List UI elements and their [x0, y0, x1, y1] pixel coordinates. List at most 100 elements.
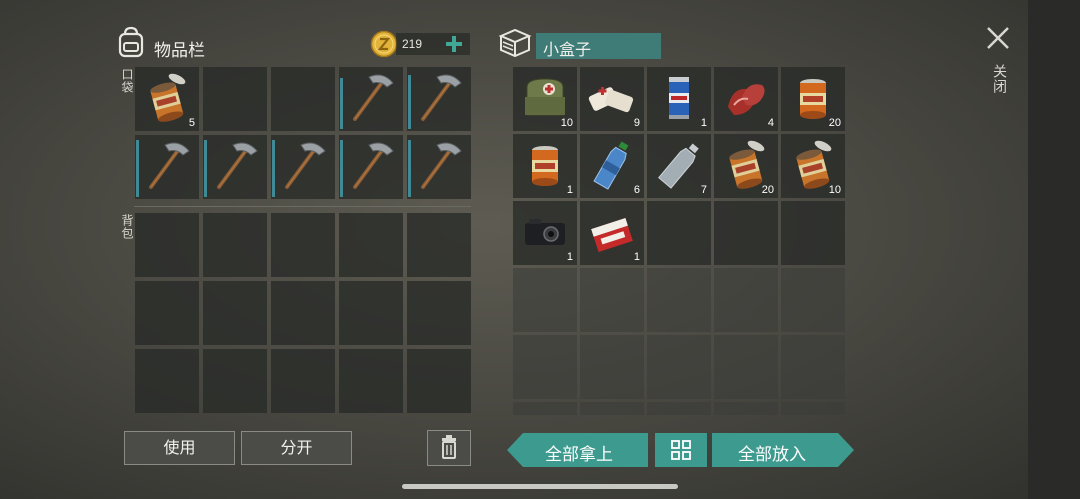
container-slot[interactable]	[513, 335, 577, 399]
backpack-slot[interactable]	[203, 213, 267, 277]
split-button[interactable]: 分开	[241, 431, 352, 465]
coin-icon	[370, 30, 398, 58]
pocket-slot[interactable]	[203, 135, 267, 199]
grid-sort-icon	[671, 440, 691, 460]
backpack-slot[interactable]	[339, 349, 403, 413]
item-quantity: 1	[566, 184, 573, 196]
discard-button[interactable]	[427, 430, 471, 466]
container-slot[interactable]	[781, 268, 845, 332]
right-edge-strip	[1028, 0, 1080, 499]
container-slot[interactable]	[513, 268, 577, 332]
container-slot[interactable]: 7	[647, 134, 711, 198]
container-slot[interactable]	[580, 268, 644, 332]
trash-icon	[442, 435, 456, 459]
durability-bar	[204, 140, 207, 197]
pocket-slot[interactable]	[271, 135, 335, 199]
item-quantity: 1	[633, 251, 640, 263]
put-all-button[interactable]: 全部放入	[712, 433, 854, 467]
container-slot[interactable]	[714, 201, 778, 265]
durability-bar	[408, 140, 411, 197]
sort-button[interactable]	[655, 433, 707, 467]
container-slot[interactable]	[580, 402, 644, 415]
backpack-slot[interactable]	[203, 349, 267, 413]
backpack-slot[interactable]	[203, 281, 267, 345]
inventory-title: 物品栏	[154, 41, 205, 61]
item-quantity: 1	[566, 251, 573, 263]
durability-bar	[272, 140, 275, 197]
box-icon	[497, 26, 533, 60]
container-slot[interactable]: 9	[580, 67, 644, 131]
backpack-icon	[116, 26, 146, 58]
backpack-slot[interactable]	[339, 213, 403, 277]
backpack-slot[interactable]	[135, 213, 199, 277]
take-all-label: 全部拿上	[545, 445, 613, 465]
container-slot[interactable]	[647, 201, 711, 265]
durability-bar	[136, 140, 139, 197]
pocket-slot[interactable]	[339, 135, 403, 199]
pickaxe-icon	[353, 74, 394, 121]
container-slot[interactable]	[513, 402, 577, 415]
use-button[interactable]: 使用	[124, 431, 235, 465]
item-quantity: 1	[700, 117, 707, 129]
container-slot[interactable]: 1	[580, 201, 644, 265]
durability-bar	[340, 140, 343, 197]
pocket-slot[interactable]	[339, 67, 403, 131]
pocket-slot[interactable]	[135, 135, 199, 199]
item-quantity: 7	[700, 184, 707, 196]
item-quantity: 9	[633, 117, 640, 129]
close-label: 关闭	[991, 64, 1007, 94]
pocket-slot[interactable]	[203, 67, 267, 131]
backpack-slot[interactable]	[271, 349, 335, 413]
container-slot[interactable]: 20	[714, 134, 778, 198]
backpack-slot[interactable]	[271, 213, 335, 277]
container-slot[interactable]	[647, 402, 711, 415]
add-coins-button[interactable]	[445, 35, 463, 53]
container-slot[interactable]	[714, 402, 778, 415]
pocket-slot[interactable]: 5	[135, 67, 199, 131]
container-slot[interactable]: 4	[714, 67, 778, 131]
container-title: 小盒子	[543, 40, 592, 59]
pickaxe-icon	[421, 74, 462, 121]
backpack-slot[interactable]	[407, 281, 471, 345]
pocket-label: 口袋	[120, 68, 134, 94]
container-slot[interactable]	[781, 201, 845, 265]
container-slot[interactable]	[647, 335, 711, 399]
close-button[interactable]: 关闭	[984, 24, 1012, 104]
container-slot[interactable]: 20	[781, 67, 845, 131]
backpack-slot[interactable]	[407, 349, 471, 413]
home-indicator	[402, 484, 678, 489]
take-all-button[interactable]: 全部拿上	[507, 433, 648, 467]
container-slot[interactable]	[781, 402, 845, 415]
container-slot[interactable]	[781, 335, 845, 399]
pickaxe-icon	[285, 142, 326, 189]
pocket-divider	[134, 206, 471, 207]
container-slot[interactable]: 10	[513, 67, 577, 131]
backpack-slot[interactable]	[407, 213, 471, 277]
backpack-slot[interactable]	[135, 349, 199, 413]
container-slot[interactable]	[580, 335, 644, 399]
pocket-slot[interactable]	[407, 135, 471, 199]
put-all-label: 全部放入	[738, 445, 806, 465]
pocket-slot[interactable]	[407, 67, 471, 131]
pickaxe-icon	[217, 142, 258, 189]
item-quantity: 4	[767, 117, 774, 129]
backpack-slot[interactable]	[271, 281, 335, 345]
container-slot[interactable]	[647, 268, 711, 332]
item-quantity: 6	[633, 184, 640, 196]
durability-bar	[340, 78, 343, 129]
backpack-slot[interactable]	[339, 281, 403, 345]
container-slot[interactable]	[714, 335, 778, 399]
item-quantity: 20	[828, 117, 841, 129]
container-slot[interactable]: 1	[647, 67, 711, 131]
backpack-slot[interactable]	[135, 281, 199, 345]
container-slot[interactable]: 6	[580, 134, 644, 198]
container-slot[interactable]: 1	[513, 134, 577, 198]
close-icon	[987, 27, 1009, 49]
container-slot[interactable]: 1	[513, 201, 577, 265]
pocket-slot[interactable]	[271, 67, 335, 131]
pickaxe-icon	[421, 142, 462, 189]
pickaxe-icon	[353, 142, 394, 189]
container-slot[interactable]	[714, 268, 778, 332]
item-quantity: 10	[828, 184, 841, 196]
container-slot[interactable]: 10	[781, 134, 845, 198]
